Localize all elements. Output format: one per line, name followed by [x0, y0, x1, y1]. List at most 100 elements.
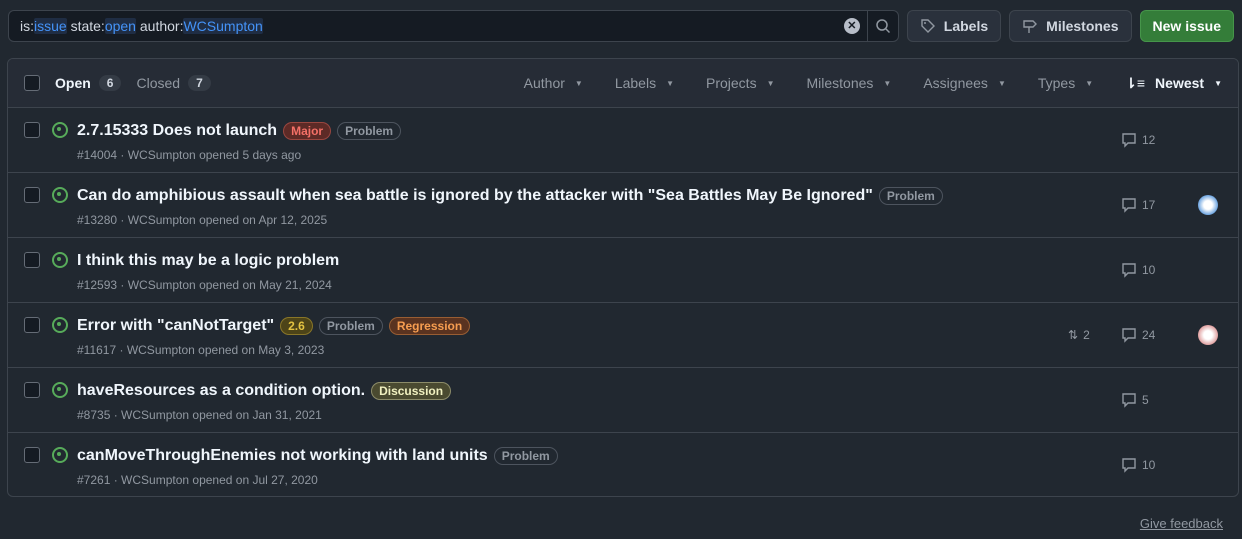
tab-closed[interactable]: Closed 7: [136, 75, 211, 91]
issue-row: canMoveThroughEnemies not working with l…: [8, 433, 1238, 496]
comment-count: 10: [1142, 263, 1156, 277]
milestones-label: Milestones: [1046, 18, 1119, 34]
give-feedback-link[interactable]: Give feedback: [1140, 516, 1223, 531]
issue-open-icon: [52, 252, 68, 268]
assignee-avatar[interactable]: [1198, 325, 1218, 345]
comment-icon: [1122, 198, 1136, 213]
search-token: WCSumpton: [183, 18, 263, 34]
sort-label: Newest: [1155, 75, 1205, 91]
issue-label[interactable]: 2.6: [280, 317, 313, 335]
filter-labels[interactable]: Labels ▼: [599, 75, 690, 92]
issue-meta: #8735 · WCSumpton opened on Jan 31, 2021: [77, 408, 322, 422]
caret-down-icon: ▼: [574, 78, 583, 88]
caret-down-icon: ▼: [883, 78, 892, 88]
issue-open-icon: [52, 447, 68, 463]
issue-title-link[interactable]: haveResources as a condition option.: [77, 382, 365, 400]
clear-search-button[interactable]: ✕: [837, 18, 867, 34]
labels-label: Labels: [943, 18, 989, 34]
filter-label: Author: [523, 75, 565, 91]
assignee-avatar[interactable]: [1198, 195, 1218, 215]
comments-link[interactable]: 10: [1121, 238, 1155, 302]
issue-row: haveResources as a condition option. Disc…: [8, 368, 1238, 433]
comment-count: 17: [1142, 198, 1156, 212]
search-qualifier: state:: [66, 18, 105, 34]
new-issue-button[interactable]: New issue: [1139, 10, 1234, 42]
issue-checkbox[interactable]: [24, 252, 40, 268]
caret-down-icon: ▼: [766, 78, 775, 88]
filter-label: Projects: [706, 75, 757, 91]
search-input[interactable]: is:issue state:open author:WCSumpton: [9, 18, 837, 34]
issue-meta: #12593 · WCSumpton opened on May 21, 202…: [77, 278, 332, 292]
linked-prs[interactable]: ⇅ 2: [1068, 303, 1090, 367]
milestones-button[interactable]: Milestones: [1009, 10, 1132, 42]
issue-label[interactable]: Major: [283, 122, 332, 140]
comment-icon: [1122, 393, 1136, 408]
issue-checkbox[interactable]: [24, 187, 40, 203]
search-qualifier: author:: [135, 18, 184, 34]
search-icon: [876, 19, 890, 34]
comments-link[interactable]: 17: [1121, 173, 1155, 237]
comments-link[interactable]: 24: [1121, 303, 1155, 367]
comments-link[interactable]: 5: [1121, 368, 1149, 432]
issue-open-icon: [52, 187, 68, 203]
filter-label: Milestones: [806, 75, 874, 91]
labels-button[interactable]: Labels: [906, 10, 1002, 42]
issues-list: Open 6 Closed 7 Author ▼ Labels ▼ Projects ▼ Mil…: [7, 58, 1239, 497]
issue-label[interactable]: Problem: [318, 317, 383, 335]
select-all-checkbox[interactable]: [24, 75, 40, 91]
issue-title-link[interactable]: 2.7.15333 Does not launch: [77, 122, 277, 140]
comment-count: 5: [1142, 393, 1149, 407]
issue-checkbox[interactable]: [24, 317, 40, 333]
filter-types[interactable]: Types ▼: [1022, 75, 1109, 92]
issue-checkbox[interactable]: [24, 447, 40, 463]
filter-label: Types: [1037, 75, 1076, 91]
caret-down-icon: ▼: [666, 78, 674, 88]
tab-open[interactable]: Open 6: [55, 75, 122, 91]
search-button[interactable]: [866, 11, 898, 41]
issue-label[interactable]: Discussion: [371, 382, 452, 400]
search-bar[interactable]: is:issue state:open author:WCSumpton ✕: [8, 10, 899, 42]
issue-label[interactable]: Problem: [493, 447, 558, 465]
issue-row: I think this may be a logic problem #125…: [8, 238, 1238, 303]
filter-author[interactable]: Author ▼: [508, 75, 599, 92]
issue-open-icon: [52, 382, 68, 398]
issues-header: Open 6 Closed 7 Author ▼ Labels ▼ Projects ▼ Mil…: [8, 59, 1238, 108]
search-token: open: [104, 18, 136, 34]
tab-open-label: Open: [55, 75, 91, 91]
pull-request-icon: ⇅: [1068, 328, 1079, 342]
issue-row: Error with "canNotTarget" 2.6 Problem Regre…: [8, 303, 1238, 368]
closed-count: 7: [188, 75, 211, 91]
comment-icon: [1122, 328, 1136, 343]
issue-title-link[interactable]: I think this may be a logic problem: [77, 252, 339, 270]
issue-row: 2.7.15333 Does not launch Major Problem #1…: [8, 108, 1238, 173]
comments-link[interactable]: 10: [1121, 433, 1155, 496]
sort-dropdown[interactable]: ⇂≡ Newest ▼: [1109, 75, 1238, 92]
filter-bar: Author ▼ Labels ▼ Projects ▼ Milestones ▼ Assign…: [508, 75, 1238, 92]
issue-checkbox[interactable]: [24, 122, 40, 138]
open-count: 6: [98, 75, 122, 91]
issue-label[interactable]: Problem: [337, 122, 402, 140]
issue-label[interactable]: Problem: [878, 187, 943, 205]
comment-icon: [1122, 133, 1136, 148]
comment-icon: [1122, 263, 1136, 278]
search-qualifier: is:: [20, 18, 34, 34]
issue-open-icon: [52, 122, 68, 138]
filter-label: Labels: [614, 75, 657, 91]
filter-assignees[interactable]: Assignees ▼: [907, 75, 1022, 92]
caret-down-icon: ▼: [1214, 78, 1222, 88]
search-token: issue: [34, 18, 67, 34]
filter-projects[interactable]: Projects ▼: [690, 75, 791, 92]
issue-checkbox[interactable]: [24, 382, 40, 398]
issue-open-icon: [52, 317, 68, 333]
issue-title-link[interactable]: canMoveThroughEnemies not working with l…: [77, 447, 488, 465]
pr-count: 2: [1083, 328, 1090, 342]
comments-link[interactable]: 12: [1121, 108, 1155, 172]
issue-title-link[interactable]: Error with "canNotTarget": [77, 317, 274, 335]
caret-down-icon: ▼: [1085, 78, 1094, 88]
filter-milestones[interactable]: Milestones ▼: [791, 75, 908, 92]
comment-count: 24: [1142, 328, 1156, 342]
caret-down-icon: ▼: [997, 78, 1006, 88]
issue-title-link[interactable]: Can do amphibious assault when sea battl…: [77, 187, 873, 205]
issue-meta: #7261 · WCSumpton opened on Jul 27, 2020: [77, 473, 318, 487]
issue-label[interactable]: Regression: [388, 317, 471, 335]
